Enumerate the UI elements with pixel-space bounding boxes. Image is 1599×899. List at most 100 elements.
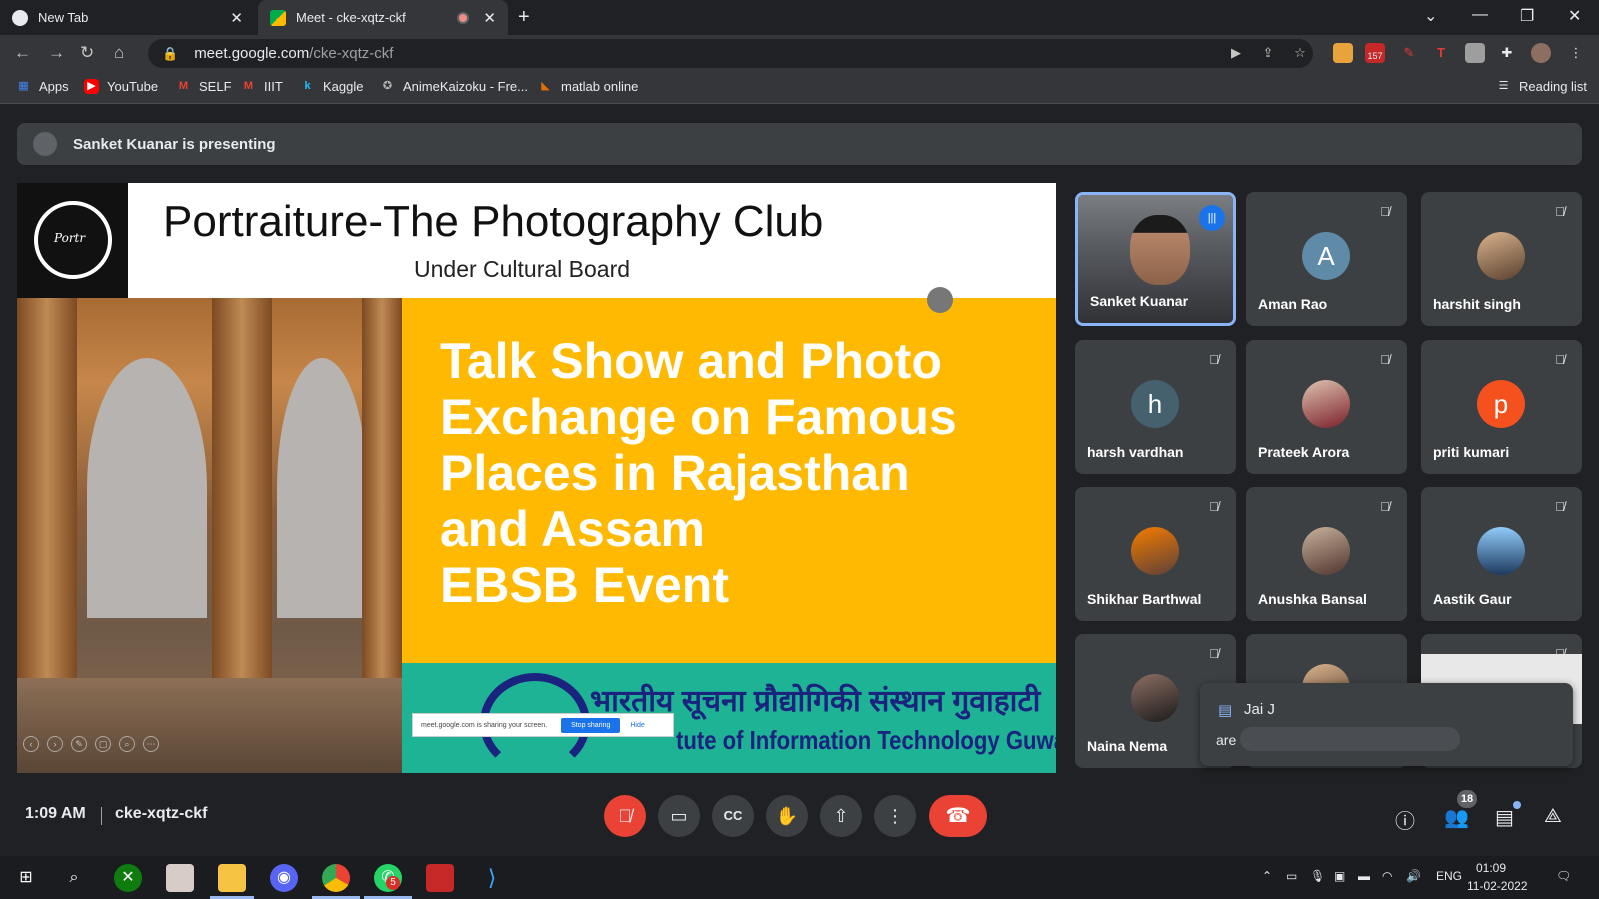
extension-icon[interactable]: [1465, 43, 1485, 63]
camera-in-use-icon[interactable]: ▶: [1226, 43, 1246, 63]
meeting-code: cke-xqtz-ckf: [115, 805, 208, 822]
participant-avatar: [1477, 232, 1525, 280]
extension-icon[interactable]: ✎: [1399, 43, 1419, 63]
app-icon[interactable]: [166, 864, 194, 892]
leave-call-button[interactable]: ☎: [929, 795, 987, 837]
bookmark-matlab[interactable]: ◣ matlab online: [538, 79, 638, 94]
stop-sharing-button[interactable]: Stop sharing: [561, 717, 621, 733]
mic-off-button[interactable]: 🎙̸: [604, 795, 646, 837]
extensions-puzzle-icon[interactable]: ✚: [1497, 43, 1517, 63]
reading-list-button[interactable]: ☰ Reading list: [1496, 79, 1587, 94]
reload-icon[interactable]: ↻: [80, 43, 94, 63]
participant-tile[interactable]: 🎙̸ Aastik Gaur: [1421, 487, 1582, 621]
bookmark-kaggle[interactable]: k Kaggle: [300, 79, 363, 94]
file-explorer-icon[interactable]: [218, 864, 246, 892]
language-indicator[interactable]: ENG: [1436, 869, 1462, 883]
share-icon[interactable]: ⇪: [1258, 43, 1278, 63]
extension-icon[interactable]: T: [1431, 43, 1451, 63]
captions-button[interactable]: CC: [712, 795, 754, 837]
chrome-menu-icon[interactable]: ⋮: [1566, 43, 1586, 63]
discord-icon[interactable]: ◉: [270, 864, 298, 892]
minimize-icon[interactable]: —: [1472, 6, 1488, 24]
kaggle-icon: k: [304, 80, 311, 92]
youtube-icon: ▶: [84, 79, 99, 94]
show-hidden-icons[interactable]: ⌃: [1262, 869, 1272, 883]
close-icon[interactable]: ✕: [483, 9, 496, 27]
extension-badge-icon[interactable]: 157: [1365, 43, 1385, 63]
slide-controls: ‹ › ✎ ▢ ⌕ ⋯: [23, 736, 159, 752]
apps-grid-icon: ▦: [18, 80, 29, 92]
previous-slide-icon[interactable]: ‹: [23, 736, 39, 752]
participant-tile[interactable]: ||| Sanket Kuanar: [1075, 192, 1236, 326]
next-slide-icon[interactable]: ›: [47, 736, 63, 752]
participant-name: Sanket Kuanar: [1090, 293, 1189, 309]
system-clock-time[interactable]: 01:09: [1476, 861, 1506, 875]
bookmark-star-icon[interactable]: ☆: [1290, 43, 1310, 63]
tray-app-icon[interactable]: ▣: [1334, 869, 1345, 883]
raise-hand-button[interactable]: ✋: [766, 795, 808, 837]
app-icon[interactable]: [426, 864, 454, 892]
participant-tile[interactable]: 🎙̸ A Aman Rao: [1246, 192, 1407, 326]
people-icon[interactable]: 👥: [1444, 805, 1469, 830]
camera-tray-icon[interactable]: ▭: [1286, 869, 1297, 883]
windows-start-icon[interactable]: ⊞: [12, 864, 40, 892]
system-clock-date[interactable]: 11-02-2022: [1467, 879, 1528, 893]
address-bar[interactable]: 🔒 meet.google.com /cke-xqtz-ckf: [148, 39, 1313, 68]
hide-banner-button[interactable]: Hide: [630, 722, 644, 729]
wifi-icon[interactable]: ◠: [1382, 869, 1392, 883]
tab-search-icon[interactable]: ⌄: [1424, 6, 1437, 26]
camera-button[interactable]: ▭: [658, 795, 700, 837]
participant-name: Naina Nema: [1087, 738, 1168, 754]
window-close-icon[interactable]: ✕: [1568, 6, 1581, 26]
profile-avatar[interactable]: [1531, 43, 1551, 63]
present-screen-button[interactable]: ⇧: [820, 795, 862, 837]
bookmark-self[interactable]: M SELF: [176, 79, 232, 94]
mic-off-icon: 🎙̸: [1380, 352, 1390, 367]
google-meet-icon: [270, 9, 286, 26]
chat-notification[interactable]: ▤ Jai J are: [1200, 683, 1573, 766]
extension-icon[interactable]: [1333, 43, 1353, 63]
battery-icon[interactable]: ▬: [1358, 869, 1370, 883]
xbox-icon[interactable]: ✕: [114, 864, 142, 892]
microphone-tray-icon[interactable]: 🎙: [1310, 869, 1325, 883]
participant-tile[interactable]: 🎙̸ Anushka Bansal: [1246, 487, 1407, 621]
bookmark-animekaizoku[interactable]: ✪ AnimeKaizoku - Fre...: [380, 79, 528, 94]
close-icon[interactable]: ✕: [230, 9, 243, 27]
participant-name: Aman Rao: [1258, 296, 1328, 312]
more-options-button[interactable]: ⋮: [874, 795, 916, 837]
bookmark-youtube[interactable]: ▶ YouTube: [84, 79, 158, 94]
meeting-details-icon[interactable]: ⓘ: [1395, 805, 1415, 834]
tab-title: Meet - cke-xqtz-ckf: [296, 10, 406, 25]
maximize-icon[interactable]: ❐: [1520, 6, 1534, 26]
chrome-icon[interactable]: [322, 864, 350, 892]
more-options-icon[interactable]: ⋯: [143, 736, 159, 752]
participant-tile[interactable]: 🎙̸ harshit singh: [1421, 192, 1582, 326]
lock-icon[interactable]: 🔒: [162, 46, 178, 62]
browser-toolbar: ← → ↻ ⌂ 🔒 meet.google.com /cke-xqtz-ckf …: [0, 35, 1599, 72]
participant-tile[interactable]: 🎙̸ p priti kumari: [1421, 340, 1582, 474]
pen-icon[interactable]: ✎: [71, 736, 87, 752]
participant-tile[interactable]: 🎙̸ Prateek Arora: [1246, 340, 1407, 474]
tab-meet[interactable]: Meet - cke-xqtz-ckf ✕: [258, 0, 508, 35]
chat-icon[interactable]: ▤: [1495, 805, 1514, 830]
pointer-dot: [927, 287, 953, 313]
back-icon[interactable]: ←: [14, 43, 31, 63]
participant-tile[interactable]: 🎙̸ Shikhar Barthwal: [1075, 487, 1236, 621]
url-path: /cke-xqtz-ckf: [309, 45, 394, 62]
participant-tile[interactable]: 🎙̸ h harsh vardhan: [1075, 340, 1236, 474]
volume-icon[interactable]: 🔊: [1406, 869, 1421, 883]
slides-grid-icon[interactable]: ▢: [95, 736, 111, 752]
notifications-icon[interactable]: 🗨: [1556, 869, 1571, 883]
search-icon[interactable]: ⌕: [60, 864, 88, 892]
zoom-icon[interactable]: ⌕: [119, 736, 135, 752]
chat-bubble-icon: ▤: [1218, 702, 1233, 719]
presenter-avatar: [33, 132, 57, 156]
forward-icon[interactable]: →: [48, 43, 65, 63]
new-tab-button[interactable]: +: [518, 6, 530, 29]
bookmark-apps[interactable]: ▦ Apps: [16, 79, 68, 94]
vscode-icon[interactable]: ⟩: [478, 864, 506, 892]
tab-new-tab[interactable]: New Tab ✕: [0, 0, 255, 35]
activities-icon[interactable]: ⟁: [1544, 805, 1562, 828]
home-icon[interactable]: ⌂: [114, 43, 124, 63]
bookmark-iiit[interactable]: M IIIT: [241, 79, 283, 94]
